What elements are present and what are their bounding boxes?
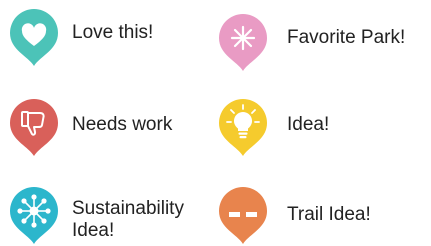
- asterisk-icon: [215, 11, 271, 73]
- legend-label: Favorite Park!: [287, 27, 406, 48]
- lightbulb-icon: [215, 96, 271, 158]
- heart-icon: [6, 6, 62, 68]
- thumbs-down-icon: [6, 96, 62, 158]
- network-icon: [6, 184, 62, 246]
- legend-label: Idea!: [287, 114, 330, 135]
- legend-label: Sustainability Idea!: [72, 198, 184, 241]
- map-marker-legend: Love this! Favorite Park! Needs work Ide…: [0, 0, 431, 244]
- legend-label: Trail Idea!: [287, 204, 371, 225]
- legend-label: Needs work: [72, 114, 173, 135]
- dashed-trail-icon: [215, 184, 271, 246]
- legend-label: Love this!: [72, 22, 154, 43]
